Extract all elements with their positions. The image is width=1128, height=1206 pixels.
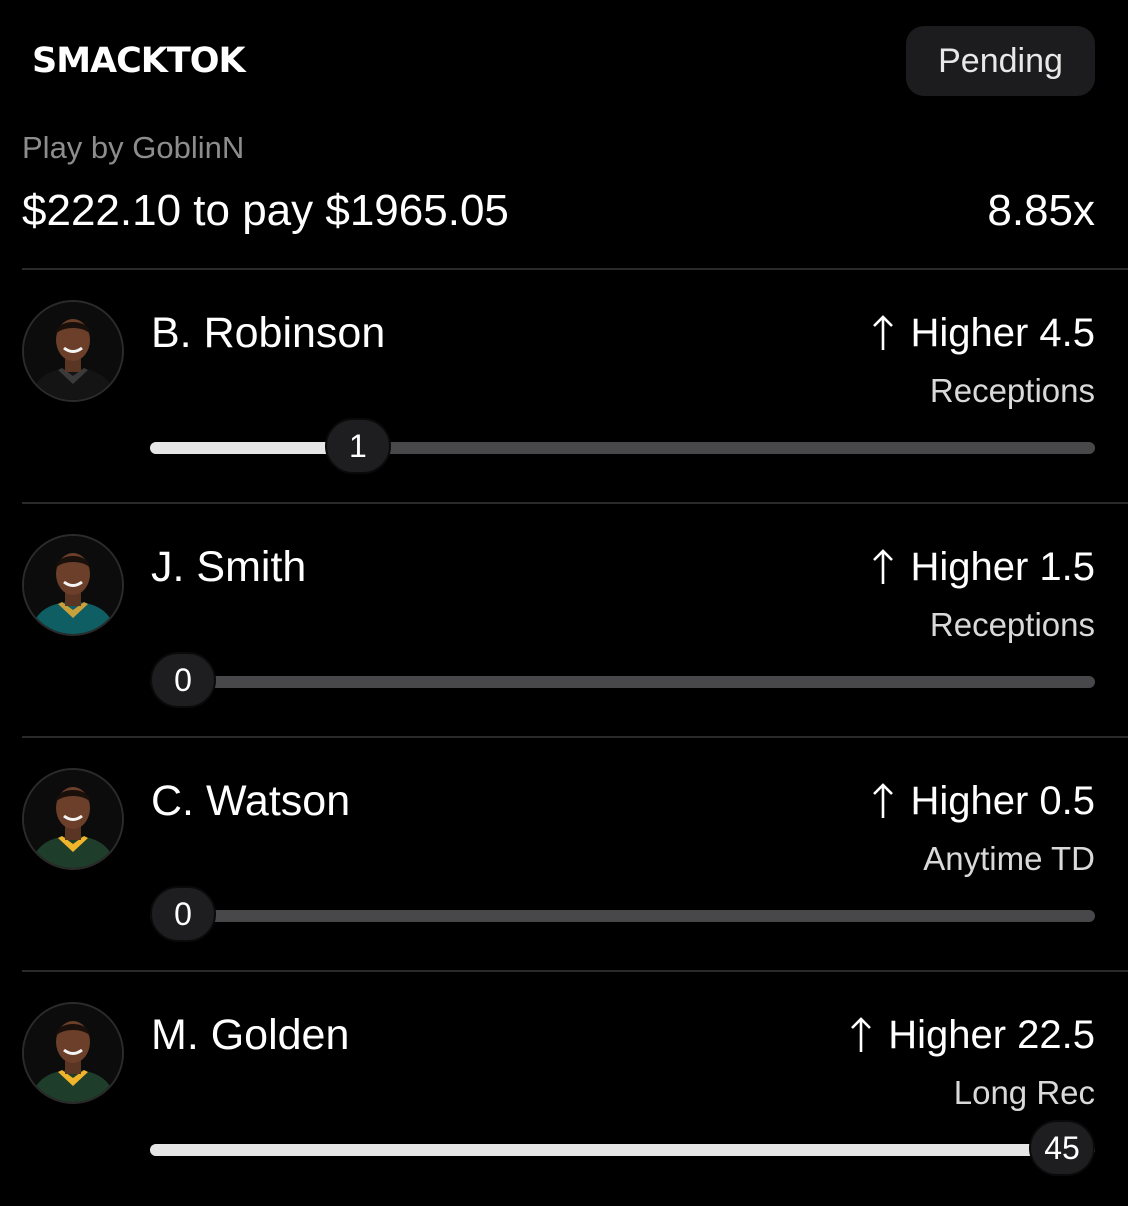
progress-track: 1: [150, 418, 1095, 474]
stat-type: Anytime TD: [923, 840, 1095, 877]
player-avatar: [22, 768, 124, 870]
pick-row[interactable]: C. Watson Higher 0.5 Anytime TD 0: [0, 738, 1128, 972]
play-owner-label[interactable]: Play by GoblinN: [22, 128, 244, 168]
wager-summary: $222.10 to pay $1965.05: [22, 186, 509, 235]
pick-line-text: Higher 4.5: [910, 311, 1095, 355]
pick-row[interactable]: J. Smith Higher 1.5 Receptions 0: [0, 504, 1128, 738]
pick-row[interactable]: M. Golden Higher 22.5 Long Rec 45: [0, 972, 1128, 1206]
progress-track: 0: [150, 886, 1095, 942]
player-avatar: [22, 1002, 124, 1104]
progress-value: 45: [1029, 1120, 1095, 1176]
progress-track: 45: [150, 1120, 1095, 1176]
player-avatar: [22, 300, 124, 402]
pick-row[interactable]: B. Robinson Higher 4.5 Receptions 1: [0, 270, 1128, 504]
arrow-up-icon: [872, 774, 894, 820]
stat-type: Receptions: [929, 606, 1095, 643]
pick-line: Higher 0.5: [872, 774, 1095, 828]
progress-value: 1: [324, 418, 391, 474]
payout-multiplier: 8.85x: [987, 186, 1095, 235]
progress-value: 0: [150, 652, 216, 708]
player-avatar: [22, 534, 124, 636]
app-header: SMACKTOK Pending: [0, 0, 1128, 120]
pick-line-text: Higher 22.5: [888, 1013, 1095, 1057]
pick-line-text: Higher 0.5: [910, 779, 1095, 823]
arrow-up-icon: [850, 1008, 872, 1054]
progress-track: 0: [150, 652, 1095, 708]
player-name[interactable]: C. Watson: [151, 774, 350, 828]
progress-fill: [150, 1144, 1095, 1156]
pick-line: Higher 22.5: [850, 1008, 1095, 1062]
status-badge[interactable]: Pending: [906, 26, 1095, 96]
stat-type: Receptions: [929, 372, 1095, 409]
player-name[interactable]: M. Golden: [151, 1008, 349, 1062]
player-name[interactable]: B. Robinson: [151, 306, 385, 360]
arrow-up-icon: [872, 540, 894, 586]
smacktok-logo: SMACKTOK: [32, 41, 246, 81]
stat-type: Long Rec: [953, 1074, 1095, 1111]
progress-value: 0: [150, 886, 216, 942]
arrow-up-icon: [872, 306, 894, 352]
pick-line-text: Higher 1.5: [910, 545, 1095, 589]
player-name[interactable]: J. Smith: [151, 540, 306, 594]
pick-line: Higher 1.5: [872, 540, 1095, 594]
pick-line: Higher 4.5: [872, 306, 1095, 360]
